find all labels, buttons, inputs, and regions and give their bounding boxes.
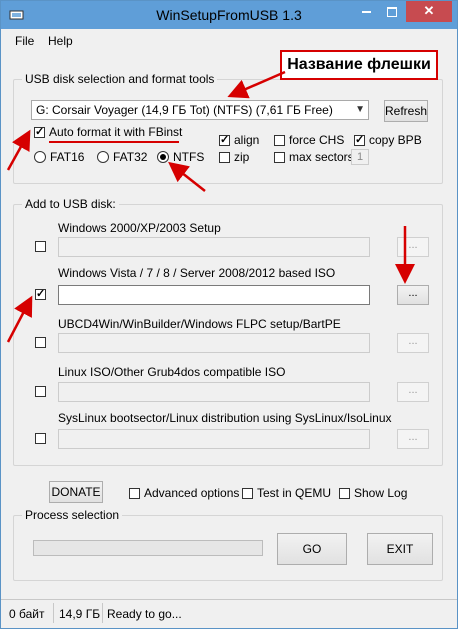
progress-bar [33,540,263,556]
source-checkbox-linux[interactable] [35,386,46,397]
test-qemu-checkbox[interactable] [242,488,253,499]
show-log-label: Show Log [354,486,408,500]
process-group-legend: Process selection [22,508,123,522]
refresh-button[interactable]: Refresh [384,100,428,122]
menu-bar: File Help [1,29,457,51]
close-icon: ✕ [423,3,435,18]
fat32-label: FAT32 [113,150,148,164]
source-checkbox-ubcd[interactable] [35,337,46,348]
status-separator [102,603,103,623]
annotation-callout: Название флешки [280,50,438,80]
ntfs-radio[interactable] [157,151,169,163]
usb-group-legend: USB disk selection and format tools [22,72,218,86]
status-size-total: 14,9 ГБ [59,607,101,621]
show-log-checkbox[interactable] [339,488,350,499]
browse-button-ubcd: ... [397,333,429,353]
source-label-vista: Windows Vista / 7 / 8 / Server 2008/2012… [58,266,336,280]
menu-file[interactable]: File [15,34,34,48]
force-chs-checkbox[interactable] [274,135,285,146]
usb-disk-value: G: Corsair Voyager (14,9 ГБ Tot) (NTFS) … [36,103,333,117]
zip-label: zip [234,150,250,164]
add-group-legend: Add to USB disk: [22,197,119,211]
source-checkbox-syslinux[interactable] [35,433,46,444]
source-checkbox-vista[interactable] [35,287,46,300]
fat32-radio[interactable] [97,151,109,163]
auto-format-underline [49,141,179,143]
source-path-winxp [58,237,370,257]
minimize-icon [361,10,371,13]
minimize-button[interactable] [353,1,379,22]
zip-checkbox[interactable] [219,152,230,163]
ntfs-label: NTFS [173,150,205,164]
source-label-winxp: Windows 2000/XP/2003 Setup [58,221,221,235]
go-button[interactable]: GO [277,533,347,565]
force-chs-label: force CHS [289,133,345,147]
copy-bpb-checkbox[interactable] [354,133,365,146]
app-window: WinSetupFromUSB 1.3 ✕ File Help USB disk… [0,0,458,629]
exit-button[interactable]: EXIT [367,533,433,565]
source-path-vista[interactable] [58,285,370,305]
auto-format-checkbox[interactable] [34,125,45,138]
usb-disk-select[interactable]: G: Corsair Voyager (14,9 ГБ Tot) (NTFS) … [31,100,369,120]
status-size-used: 0 байт [9,607,45,621]
menu-help[interactable]: Help [48,34,73,48]
status-bar: 0 байт 14,9 ГБ Ready to go... [1,599,457,628]
maximize-button[interactable] [379,1,405,22]
advanced-options-checkbox[interactable] [129,488,140,499]
source-label-syslinux: SysLinux bootsector/Linux distribution u… [58,411,392,425]
max-sectors-input[interactable]: 1 [351,149,369,165]
close-button[interactable]: ✕ [406,1,452,22]
status-separator [53,603,54,623]
max-sectors-checkbox[interactable] [274,152,285,163]
align-label: align [234,133,260,147]
status-message: Ready to go... [107,607,182,621]
max-sectors-label: max sectors [289,150,354,164]
fat16-label: FAT16 [50,150,85,164]
test-qemu-label: Test in QEMU [257,486,332,500]
advanced-options-label: Advanced options [144,486,240,500]
fat16-radio[interactable] [34,151,46,163]
maximize-icon [387,6,397,17]
chevron-down-icon: ▼ [355,104,365,115]
browse-button-vista[interactable]: ... [397,285,429,305]
source-path-linux [58,382,370,402]
auto-format-label: Auto format it with FBinst [49,125,183,139]
title-bar[interactable]: WinSetupFromUSB 1.3 ✕ [1,1,457,29]
source-checkbox-winxp[interactable] [35,241,46,252]
donate-button[interactable]: DONATE [49,481,103,503]
browse-button-syslinux: ... [397,429,429,449]
source-label-ubcd: UBCD4Win/WinBuilder/Windows FLPC setup/B… [58,317,341,331]
align-checkbox[interactable] [219,133,230,146]
copy-bpb-label: copy BPB [369,133,422,147]
browse-button-winxp: ... [397,237,429,257]
source-path-ubcd [58,333,370,353]
source-label-linux: Linux ISO/Other Grub4dos compatible ISO [58,365,286,379]
source-path-syslinux [58,429,370,449]
browse-button-linux: ... [397,382,429,402]
